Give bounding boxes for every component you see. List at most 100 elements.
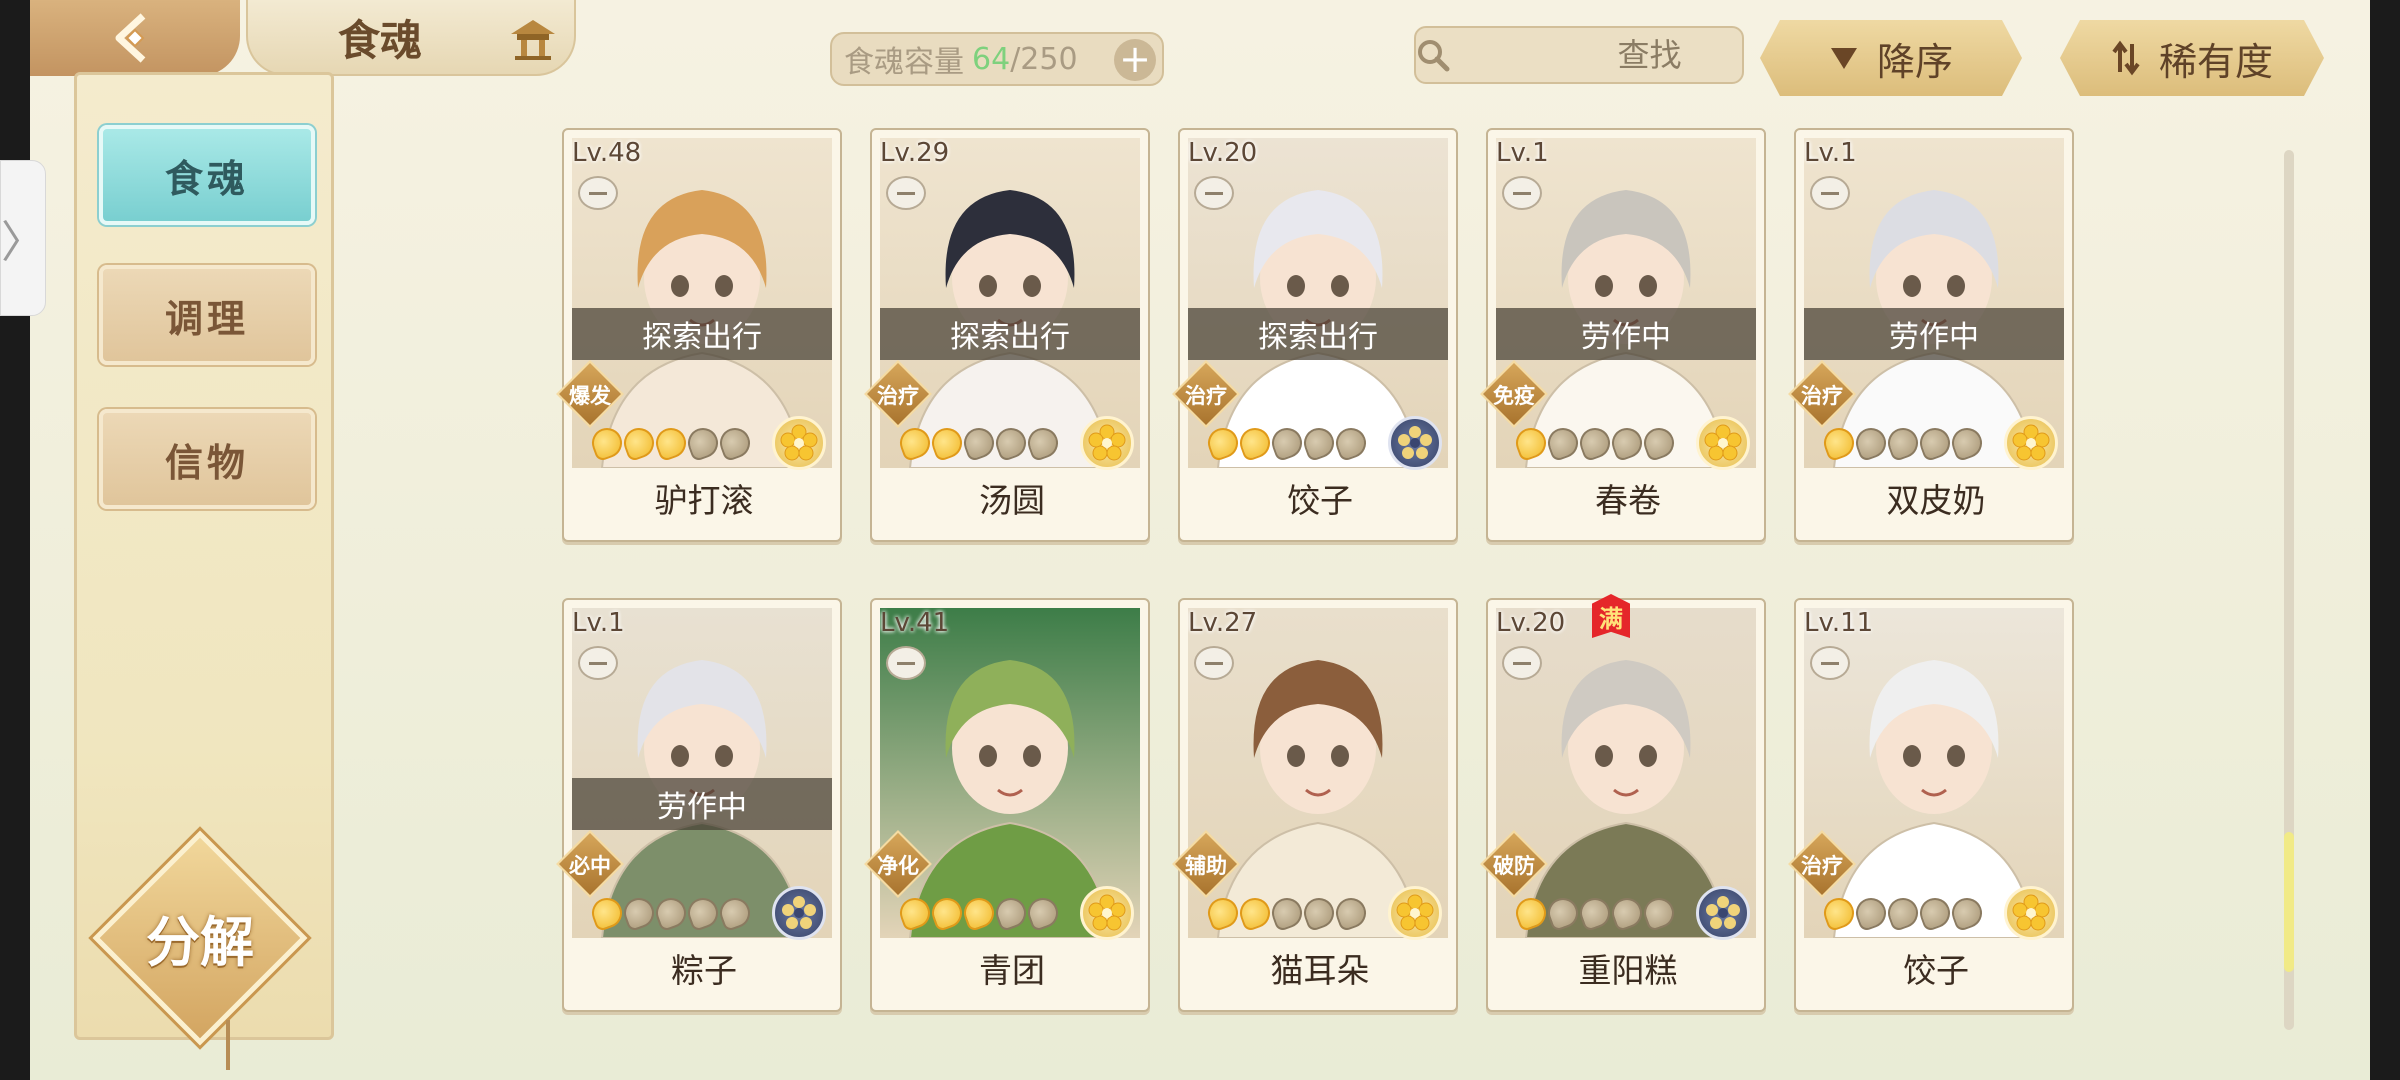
lock-toggle-icon[interactable] bbox=[886, 646, 926, 680]
soul-card[interactable]: Lv.11 治疗 饺子 bbox=[1788, 598, 2074, 1012]
sort-order-button[interactable]: 降序 bbox=[1760, 20, 2022, 96]
sidebar-item-condition[interactable]: 调理 bbox=[99, 265, 315, 365]
search-icon bbox=[1416, 38, 1450, 72]
lock-toggle-icon[interactable] bbox=[1502, 176, 1542, 210]
edge-pull-tab[interactable]: 〉 bbox=[0, 160, 46, 316]
rarity-star-icon bbox=[1883, 893, 1923, 933]
role-badge: 免疫 bbox=[1480, 360, 1548, 428]
rarity-star-icon bbox=[1203, 893, 1243, 933]
level-label: Lv.20 bbox=[1188, 138, 1258, 168]
character-name: 重阳糕 bbox=[1578, 951, 1678, 990]
max-level-badge: 满 bbox=[1592, 594, 1630, 638]
role-badge: 治疗 bbox=[1788, 830, 1856, 898]
vertical-scrollbar[interactable] bbox=[2284, 150, 2294, 1030]
sort-order-label: 降序 bbox=[1876, 39, 1953, 84]
triangle-down-icon bbox=[1829, 45, 1859, 71]
soul-card[interactable]: Lv.20 破防 重阳糕 满 bbox=[1480, 594, 1766, 1012]
element-flower-icon bbox=[772, 886, 826, 940]
sort-key-button[interactable]: 稀有度 bbox=[2060, 20, 2324, 96]
status-banner: 劳作中 bbox=[572, 778, 832, 830]
character-name: 粽子 bbox=[671, 951, 737, 990]
rarity-star-icon bbox=[1543, 423, 1583, 463]
level-label: Lv.20 bbox=[1496, 608, 1566, 638]
element-flower-icon bbox=[2004, 886, 2058, 940]
element-flower-icon bbox=[1080, 416, 1134, 470]
status-banner: 劳作中 bbox=[1804, 308, 2064, 360]
lock-toggle-icon[interactable] bbox=[578, 176, 618, 210]
rarity-star-icon bbox=[651, 893, 691, 933]
rarity-star-icon bbox=[1639, 893, 1679, 933]
lock-toggle-icon[interactable] bbox=[1810, 646, 1850, 680]
role-label: 辅助 bbox=[1185, 854, 1227, 878]
sidebar-item-tokens[interactable]: 信物 bbox=[99, 409, 315, 509]
lock-toggle-icon[interactable] bbox=[1810, 176, 1850, 210]
level-label: Lv.27 bbox=[1188, 608, 1258, 638]
capacity-current: 64 bbox=[972, 41, 1011, 77]
character-name: 饺子 bbox=[1287, 481, 1353, 520]
lock-toggle-icon[interactable] bbox=[886, 176, 926, 210]
soul-card[interactable]: Lv.1 劳作中 治疗 双皮奶 bbox=[1788, 128, 2074, 542]
back-button[interactable] bbox=[30, 0, 240, 76]
rarity-star-icon bbox=[927, 423, 967, 463]
rarity-stars bbox=[895, 423, 1063, 463]
lock-toggle-icon[interactable] bbox=[1194, 176, 1234, 210]
tassel-ornament bbox=[226, 1020, 230, 1070]
soul-card[interactable]: Lv.48 探索出行 爆发 驴打滚 bbox=[556, 128, 842, 542]
role-badge: 辅助 bbox=[1172, 830, 1240, 898]
role-badge: 爆发 bbox=[556, 360, 624, 428]
rarity-star-icon bbox=[1851, 893, 1891, 933]
page-title: 食魂 bbox=[338, 15, 423, 65]
rarity-star-icon bbox=[1023, 423, 1063, 463]
home-pavilion-icon[interactable] bbox=[502, 10, 564, 68]
rarity-stars bbox=[1819, 893, 1987, 933]
status-banner: 探索出行 bbox=[572, 308, 832, 360]
character-name: 青团 bbox=[979, 951, 1045, 990]
rarity-stars bbox=[1203, 423, 1371, 463]
level-label: Lv.48 bbox=[572, 138, 642, 168]
rarity-star-icon bbox=[1819, 423, 1859, 463]
rarity-star-icon bbox=[1511, 423, 1551, 463]
back-arrow-icon bbox=[115, 13, 146, 63]
scrollbar-thumb[interactable] bbox=[2284, 832, 2294, 972]
soul-card[interactable]: Lv.41 净化 青团 bbox=[864, 598, 1150, 1012]
rarity-stars bbox=[895, 893, 1063, 933]
role-badge: 治疗 bbox=[1172, 360, 1240, 428]
role-label: 治疗 bbox=[1185, 384, 1227, 408]
rarity-star-icon bbox=[1915, 423, 1955, 463]
rarity-star-icon bbox=[895, 893, 935, 933]
sidebar-item-souls[interactable]: 食魂 bbox=[99, 125, 315, 225]
rarity-star-icon bbox=[1267, 893, 1307, 933]
capacity-max: /250 bbox=[1010, 41, 1078, 77]
level-label: Lv.1 bbox=[572, 608, 625, 638]
role-label: 必中 bbox=[569, 854, 611, 878]
lock-toggle-icon[interactable] bbox=[578, 646, 618, 680]
element-flower-icon bbox=[1080, 886, 1134, 940]
soul-card[interactable]: Lv.20 探索出行 治疗 饺子 bbox=[1172, 128, 1458, 542]
lock-toggle-icon[interactable] bbox=[1194, 646, 1234, 680]
role-label: 治疗 bbox=[1801, 854, 1843, 878]
rarity-star-icon bbox=[1023, 893, 1063, 933]
soul-card[interactable]: Lv.1 劳作中 必中 粽子 bbox=[556, 598, 842, 1012]
rarity-star-icon bbox=[1819, 893, 1859, 933]
rarity-star-icon bbox=[651, 423, 691, 463]
element-flower-icon bbox=[1696, 416, 1750, 470]
rarity-star-icon bbox=[1235, 893, 1275, 933]
capacity-add-button[interactable]: + bbox=[1114, 39, 1156, 81]
character-name: 饺子 bbox=[1903, 951, 1969, 990]
rarity-star-icon bbox=[1511, 893, 1551, 933]
rarity-star-icon bbox=[715, 893, 755, 933]
rarity-star-icon bbox=[683, 893, 723, 933]
soul-card[interactable]: Lv.27 辅助 猫耳朵 bbox=[1172, 598, 1458, 1012]
soul-card[interactable]: Lv.29 探索出行 治疗 汤圆 bbox=[864, 128, 1150, 542]
rarity-star-icon bbox=[1331, 423, 1371, 463]
rarity-star-icon bbox=[1607, 893, 1647, 933]
rarity-star-icon bbox=[715, 423, 755, 463]
rarity-stars bbox=[587, 423, 755, 463]
element-flower-icon bbox=[1696, 886, 1750, 940]
rarity-star-icon bbox=[1575, 893, 1615, 933]
soul-card[interactable]: Lv.1 劳作中 免疫 春卷 bbox=[1480, 128, 1766, 542]
decompose-label: 分解 bbox=[146, 910, 254, 974]
lock-toggle-icon[interactable] bbox=[1502, 646, 1542, 680]
level-label: Lv.1 bbox=[1496, 138, 1549, 168]
role-badge: 破防 bbox=[1480, 830, 1548, 898]
